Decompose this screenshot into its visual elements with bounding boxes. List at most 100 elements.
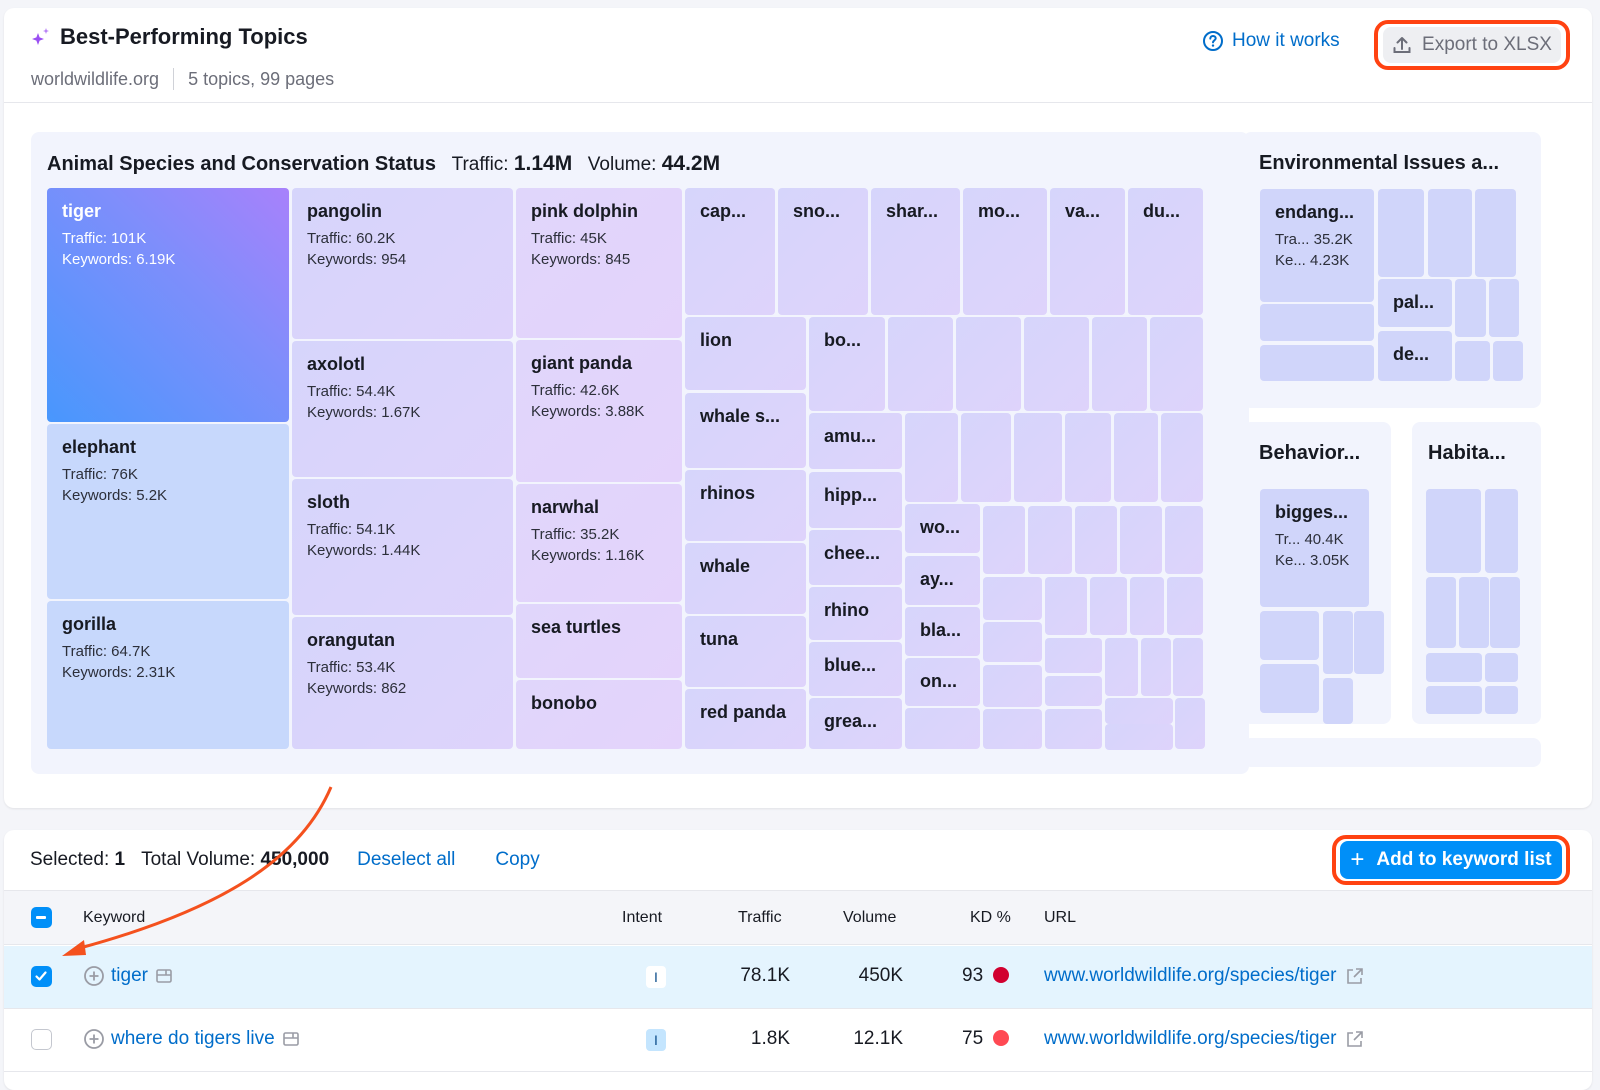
treemap-cell[interactable] bbox=[956, 317, 1021, 411]
treemap-cell-grea[interactable]: grea... bbox=[809, 698, 902, 749]
serp-features-icon[interactable] bbox=[281, 1029, 301, 1049]
col-volume[interactable]: Volume bbox=[843, 909, 896, 927]
treemap-cell[interactable] bbox=[1045, 577, 1087, 635]
treemap-cell-pangolin[interactable]: pangolin Traffic: 60.2K Keywords: 954 bbox=[292, 188, 513, 339]
treemap-cell-cap[interactable]: cap... bbox=[685, 188, 775, 315]
treemap-cell[interactable] bbox=[1378, 189, 1424, 277]
treemap-cell[interactable] bbox=[1490, 577, 1520, 648]
treemap-cell[interactable] bbox=[1130, 577, 1164, 635]
treemap-cell-bigges[interactable]: bigges... Tr... 40.4K Ke... 3.05K bbox=[1260, 489, 1369, 607]
treemap-cell-sloth[interactable]: sloth Traffic: 54.1K Keywords: 1.44K bbox=[292, 479, 513, 615]
treemap-cell-bo[interactable]: bo... bbox=[809, 317, 885, 411]
treemap-cell[interactable] bbox=[1075, 506, 1117, 574]
select-all-checkbox[interactable] bbox=[31, 907, 52, 928]
treemap-cell[interactable] bbox=[983, 506, 1025, 574]
copy-link[interactable]: Copy bbox=[495, 849, 539, 871]
treemap-cell[interactable] bbox=[1167, 577, 1203, 635]
serp-features-icon[interactable] bbox=[154, 966, 174, 986]
col-kd[interactable]: KD % bbox=[970, 909, 1011, 927]
treemap-cell-pal[interactable]: pal... bbox=[1378, 279, 1452, 327]
url-link[interactable]: www.worldwildlife.org/species/tiger bbox=[1044, 1028, 1337, 1050]
treemap-cell[interactable] bbox=[1090, 577, 1127, 635]
treemap-cell[interactable] bbox=[1045, 709, 1102, 749]
treemap-cell[interactable] bbox=[905, 413, 958, 502]
treemap-cell[interactable] bbox=[1323, 698, 1353, 724]
treemap-cell-du[interactable]: du... bbox=[1128, 188, 1203, 315]
treemap-cell[interactable] bbox=[1028, 506, 1072, 574]
treemap-cell-endang[interactable]: endang... Tra... 35.2K Ke... 4.23K bbox=[1260, 189, 1374, 302]
treemap-cell-red-panda[interactable]: red panda bbox=[685, 689, 806, 749]
treemap-cell[interactable] bbox=[983, 622, 1042, 662]
treemap-cell-va[interactable]: va... bbox=[1050, 188, 1125, 315]
treemap-cell[interactable] bbox=[1173, 638, 1203, 696]
treemap-cell[interactable] bbox=[983, 665, 1042, 707]
treemap-cell-giant-panda[interactable]: giant panda Traffic: 42.6K Keywords: 3.88K bbox=[516, 340, 682, 482]
treemap-cell[interactable] bbox=[1426, 577, 1456, 648]
treemap-cell[interactable] bbox=[1354, 611, 1384, 674]
treemap-cell-pink-dolphin[interactable]: pink dolphin Traffic: 45K Keywords: 845 bbox=[516, 188, 682, 338]
treemap-cell-gorilla[interactable]: gorilla Traffic: 64.7K Keywords: 2.31K bbox=[47, 601, 289, 749]
treemap-cell[interactable] bbox=[1260, 611, 1319, 660]
treemap-cell[interactable] bbox=[1150, 317, 1203, 411]
treemap-cell[interactable] bbox=[1120, 506, 1162, 574]
treemap-cell-rhinos[interactable]: rhinos bbox=[685, 470, 806, 541]
treemap-cell[interactable] bbox=[1459, 577, 1489, 648]
treemap-cell-axolotl[interactable]: axolotl Traffic: 54.4K Keywords: 1.67K bbox=[292, 341, 513, 477]
row-checkbox[interactable] bbox=[31, 966, 52, 987]
treemap-cell[interactable] bbox=[905, 708, 980, 749]
treemap-cell-mo[interactable]: mo... bbox=[963, 188, 1047, 315]
treemap-cell-sea-turtles[interactable]: sea turtles bbox=[516, 604, 682, 678]
treemap-cell[interactable] bbox=[1114, 413, 1158, 502]
keyword-link[interactable]: tiger bbox=[111, 965, 148, 987]
treemap-cell[interactable] bbox=[983, 709, 1042, 749]
col-traffic[interactable]: Traffic bbox=[738, 909, 782, 927]
treemap-cell[interactable] bbox=[1323, 611, 1353, 674]
treemap-cell-whale-s[interactable]: whale s... bbox=[685, 393, 806, 468]
treemap-cell[interactable] bbox=[1092, 317, 1147, 411]
treemap-cell-ay[interactable]: ay... bbox=[905, 556, 980, 605]
treemap-cell-tiger[interactable]: tiger Traffic: 101K Keywords: 6.19K bbox=[47, 188, 289, 422]
treemap-cell[interactable] bbox=[1485, 489, 1518, 573]
treemap-cell-bonobo[interactable]: bonobo bbox=[516, 680, 682, 749]
export-xlsx-button[interactable]: Export to XLSX bbox=[1374, 20, 1570, 70]
treemap-cell[interactable] bbox=[1485, 686, 1518, 714]
treemap-cell[interactable] bbox=[1014, 413, 1062, 502]
external-link-icon[interactable] bbox=[1345, 966, 1365, 986]
treemap-cell[interactable] bbox=[1428, 189, 1472, 277]
add-to-keyword-list-button[interactable]: + Add to keyword list bbox=[1332, 835, 1570, 885]
external-link-icon[interactable] bbox=[1345, 1029, 1365, 1049]
treemap-cell-orangutan[interactable]: orangutan Traffic: 53.4K Keywords: 862 bbox=[292, 617, 513, 749]
treemap-cell[interactable] bbox=[1161, 413, 1203, 502]
add-circle-icon[interactable] bbox=[83, 965, 105, 987]
treemap-cell-blue[interactable]: blue... bbox=[809, 642, 902, 696]
treemap-cell[interactable] bbox=[1260, 345, 1374, 381]
treemap-cell-wo[interactable]: wo... bbox=[905, 504, 980, 553]
col-url[interactable]: URL bbox=[1044, 909, 1076, 927]
treemap-cell[interactable] bbox=[961, 413, 1011, 502]
treemap-cell[interactable] bbox=[1260, 664, 1319, 713]
treemap-cell-on[interactable]: on... bbox=[905, 658, 980, 706]
treemap-cell[interactable] bbox=[1065, 413, 1111, 502]
treemap-cell-de[interactable]: de... bbox=[1378, 331, 1452, 381]
treemap-cell-shar[interactable]: shar... bbox=[871, 188, 960, 315]
treemap-cell-rhino[interactable]: rhino bbox=[809, 587, 902, 640]
treemap-cell[interactable] bbox=[1105, 638, 1138, 696]
row-checkbox[interactable] bbox=[31, 1029, 52, 1050]
table-row[interactable]: tiger I 78.1K 450K 93 www.worldwildlife.… bbox=[4, 946, 1592, 1009]
treemap-cell-lion[interactable]: lion bbox=[685, 317, 806, 390]
deselect-all-link[interactable]: Deselect all bbox=[357, 849, 455, 871]
treemap-cell[interactable] bbox=[1165, 506, 1203, 574]
treemap-cell[interactable] bbox=[1105, 698, 1173, 724]
treemap-cell-hipp[interactable]: hipp... bbox=[809, 472, 902, 528]
treemap-cell-sno[interactable]: sno... bbox=[778, 188, 868, 315]
treemap-cell[interactable] bbox=[1485, 653, 1518, 682]
treemap-cell-bla[interactable]: bla... bbox=[905, 607, 980, 656]
keyword-link[interactable]: where do tigers live bbox=[111, 1028, 275, 1050]
col-intent[interactable]: Intent bbox=[622, 909, 662, 927]
treemap-cell[interactable] bbox=[983, 577, 1042, 620]
treemap-cell[interactable] bbox=[1455, 279, 1486, 337]
treemap-cell-whale[interactable]: whale bbox=[685, 543, 806, 614]
how-it-works-link[interactable]: How it works bbox=[1202, 30, 1340, 52]
treemap-cell-chee[interactable]: chee... bbox=[809, 530, 902, 585]
treemap-cell[interactable] bbox=[888, 317, 953, 411]
